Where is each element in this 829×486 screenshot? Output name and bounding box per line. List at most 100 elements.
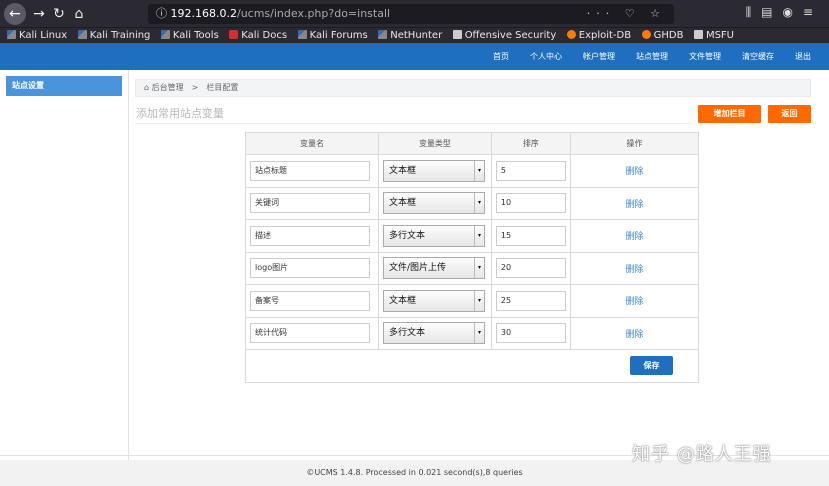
- variable-name-input[interactable]: 描述: [250, 225, 370, 246]
- nav-profile[interactable]: 个人中心: [530, 43, 562, 70]
- dropdown-arrow-icon: ▾: [473, 193, 484, 214]
- msfu-icon: [693, 30, 703, 39]
- table-row: 备案号 文本框 ▾ 25 删除: [245, 284, 700, 318]
- header-variable-name: 变量名: [245, 132, 379, 155]
- kali-icon: [378, 30, 388, 39]
- variable-name-input[interactable]: logo图片: [250, 258, 370, 279]
- home-icon: ⌂: [144, 83, 152, 92]
- header-variable-type: 变量类型: [377, 132, 492, 155]
- delete-link[interactable]: 删除: [569, 284, 700, 318]
- variable-name-input[interactable]: 关键词: [250, 193, 370, 214]
- variable-type-select[interactable]: 文本框 ▾: [382, 159, 485, 182]
- toolbar-right-icons[interactable]: ⫼▤◉≡: [746, 5, 823, 20]
- header-action: 操作: [569, 132, 700, 155]
- sidebar: 站点设置: [0, 70, 129, 460]
- offsec-icon: [452, 30, 462, 39]
- table-row: 站点标题 文本框 ▾ 5 删除: [245, 154, 700, 188]
- bookmark-kali-linux[interactable]: Kali Linux: [7, 28, 67, 43]
- menu-icon[interactable]: ≡: [803, 5, 823, 19]
- bookmark-kali-forums[interactable]: Kali Forums: [297, 28, 368, 43]
- delete-link[interactable]: 删除: [569, 219, 700, 253]
- sort-input[interactable]: 10: [495, 193, 566, 214]
- watermark: 知乎 @路人王强: [632, 444, 772, 465]
- bookmark-offensive-security[interactable]: Offensive Security: [452, 28, 556, 43]
- sort-input[interactable]: 15: [495, 225, 566, 246]
- dropdown-arrow-icon: ▾: [473, 225, 484, 246]
- delete-link[interactable]: 删除: [569, 186, 700, 220]
- kali-icon: [7, 30, 16, 39]
- info-icon: ⓘ: [156, 7, 171, 20]
- bookmark-ghdb[interactable]: GHDB: [641, 28, 683, 43]
- bookmark-msfu[interactable]: MSFU: [693, 28, 734, 43]
- heading-divider: [135, 123, 691, 124]
- save-button[interactable]: 保存: [630, 356, 673, 376]
- table-row: 统计代码 多行文本 ▾ 30 删除: [245, 316, 700, 350]
- table-header-row: 变量名 变量类型 排序 操作: [245, 132, 700, 155]
- table-row: logo图片 文件/图片上传 ▾ 20 删除: [245, 251, 700, 285]
- account-icon[interactable]: ◉: [782, 5, 802, 19]
- sort-input[interactable]: 20: [495, 258, 566, 279]
- sidebar-icon[interactable]: ▤: [761, 5, 782, 19]
- delete-link[interactable]: 删除: [569, 154, 700, 188]
- delete-link[interactable]: 删除: [569, 316, 700, 350]
- bookmark-kali-tools[interactable]: Kali Tools: [160, 28, 219, 43]
- page-title: 添加常用站点变量: [136, 107, 224, 120]
- top-navigation: 首页 个人中心 帐户管理 站点管理 文件管理 清空缓存 退出: [472, 43, 811, 70]
- sort-input[interactable]: 25: [495, 290, 566, 311]
- kali-icon: [297, 30, 307, 39]
- variable-type-select[interactable]: 多行文本 ▾: [382, 322, 485, 345]
- kali-icon: [77, 30, 87, 39]
- dropdown-arrow-icon: ▾: [473, 323, 484, 344]
- url-path: /ucms/index.php?do=install: [236, 7, 391, 20]
- footer: ©UCMS 1.4.8. Processed in 0.021 second(s…: [306, 468, 523, 477]
- nav-clear-cache[interactable]: 清空缓存: [742, 43, 774, 70]
- nav-accounts[interactable]: 帐户管理: [583, 43, 615, 70]
- ghdb-icon: [641, 30, 651, 39]
- dropdown-arrow-icon: ▾: [473, 290, 484, 311]
- nav-home[interactable]: 首页: [493, 43, 509, 70]
- url-bar[interactable]: ⓘ 192.168.0.2/ucms/index.php?do=install …: [148, 4, 674, 24]
- main-content: ⌂ 后台管理 > 栏目配置 添加常用站点变量 增加栏目 返回 变量名 变量类型 排序…: [129, 70, 829, 460]
- variable-name-input[interactable]: 站点标题: [250, 160, 370, 181]
- variables-table: 变量名 变量类型 排序 操作 站点标题 文本框 ▾ 5 删除 关键词 文本框 ▾ 1…: [245, 132, 700, 383]
- back-button[interactable]: 返回: [768, 105, 811, 123]
- nav-site-management[interactable]: 站点管理: [636, 43, 668, 70]
- library-icon[interactable]: ⫼: [746, 5, 762, 19]
- dropdown-arrow-icon: ▾: [473, 160, 484, 181]
- kali-icon: [160, 30, 170, 39]
- breadcrumb-current: 栏目配置: [206, 83, 239, 92]
- variable-type-select[interactable]: 文件/图片上传 ▾: [382, 257, 485, 280]
- sort-input[interactable]: 30: [495, 323, 566, 344]
- reload-icon[interactable]: ↻: [49, 4, 69, 24]
- back-arrow-icon[interactable]: ←: [4, 3, 26, 25]
- sidebar-item-site-settings[interactable]: 站点设置: [6, 76, 122, 96]
- add-column-button[interactable]: 增加栏目: [698, 105, 761, 123]
- browser-toolbar: ← → ↻ ⌂ ⓘ 192.168.0.2/ucms/index.php?do=…: [0, 0, 829, 27]
- bookmarks-bar: Kali Linux Kali Training Kali Tools Kali…: [0, 27, 829, 43]
- bookmark-kali-training[interactable]: Kali Training: [77, 28, 150, 43]
- bookmark-nethunter[interactable]: NetHunter: [378, 28, 442, 43]
- exploit-db-icon: [566, 30, 576, 39]
- breadcrumb: ⌂ 后台管理 > 栏目配置: [135, 79, 811, 97]
- forward-arrow-icon[interactable]: →: [29, 4, 49, 24]
- sort-input[interactable]: 5: [495, 160, 566, 181]
- breadcrumb-separator: >: [191, 83, 199, 92]
- docs-icon: [229, 30, 239, 39]
- variable-name-input[interactable]: 备案号: [250, 290, 370, 311]
- variable-type-select[interactable]: 多行文本 ▾: [382, 224, 485, 247]
- home-icon[interactable]: ⌂: [69, 4, 89, 24]
- breadcrumb-home[interactable]: 后台管理: [152, 83, 184, 92]
- variable-name-input[interactable]: 统计代码: [250, 323, 370, 344]
- header-sort: 排序: [490, 132, 571, 155]
- url-host: 192.168.0.2: [170, 7, 237, 20]
- url-actions[interactable]: ··· ♡ ☆: [587, 4, 666, 24]
- save-row: 保存: [245, 349, 699, 383]
- bookmark-exploit-db[interactable]: Exploit-DB: [566, 28, 631, 43]
- delete-link[interactable]: 删除: [569, 251, 700, 285]
- variable-type-select[interactable]: 文本框 ▾: [382, 289, 485, 312]
- nav-logout[interactable]: 退出: [795, 43, 811, 70]
- variable-type-select[interactable]: 文本框 ▾: [382, 192, 485, 215]
- bookmark-kali-docs[interactable]: Kali Docs: [229, 28, 287, 43]
- dropdown-arrow-icon: ▾: [473, 258, 484, 279]
- nav-file-management[interactable]: 文件管理: [689, 43, 721, 70]
